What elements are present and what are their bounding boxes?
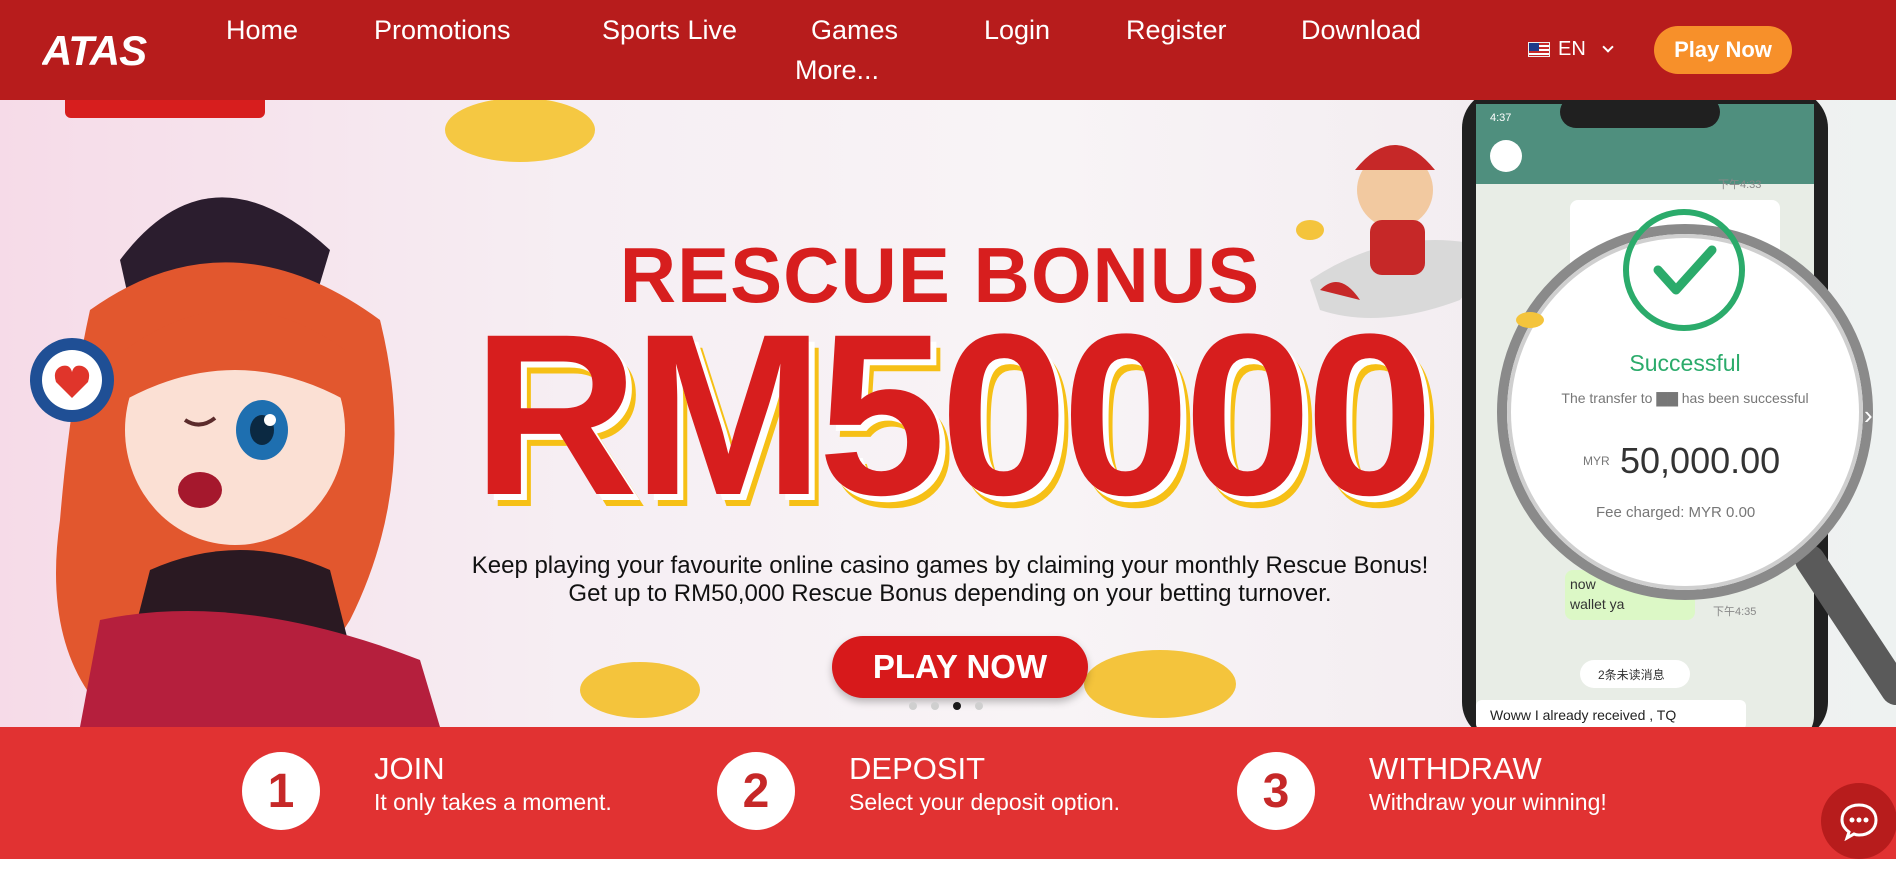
- hero-amount: RM50000: [472, 286, 1433, 543]
- coin-decoration: [580, 662, 700, 718]
- nav-home[interactable]: Home: [226, 15, 298, 46]
- nav-more[interactable]: More...: [795, 55, 879, 86]
- nav-promotions[interactable]: Promotions: [374, 15, 511, 46]
- nav-register[interactable]: Register: [1126, 15, 1227, 46]
- chevron-down-icon: [1602, 41, 1614, 53]
- hero-line-1: Keep playing your favourite online casin…: [471, 552, 1429, 579]
- top-navbar: ATAS Home Promotions Sports Live Games L…: [0, 0, 1896, 100]
- coin-decoration: [445, 100, 595, 162]
- nav-download[interactable]: Download: [1301, 15, 1421, 46]
- hero-line-2: Get up to RM50,000 Rescue Bonus dependin…: [568, 580, 1332, 607]
- carousel-dots: [909, 702, 983, 710]
- banner-logo-fragment: [65, 100, 265, 118]
- chat-snippet-2: wallet ya: [1570, 596, 1625, 612]
- step-3-number: 3: [1237, 752, 1315, 830]
- language-selector[interactable]: EN: [1528, 38, 1614, 61]
- transfer-amount: 50,000.00: [1620, 440, 1781, 481]
- chat-snippet-1: now: [1570, 576, 1596, 592]
- phone-timestamp-1: 下午4:33: [1718, 179, 1762, 191]
- hero-play-now-button[interactable]: PLAY NOW: [832, 636, 1088, 698]
- coin-decoration: [1084, 650, 1236, 718]
- transfer-message: The transfer to ▇▇ has been successful: [1561, 390, 1809, 406]
- step-1-number: 1: [242, 752, 320, 830]
- anime-girl-illustration: [56, 197, 440, 727]
- chat-bubble-icon: [1840, 803, 1878, 841]
- fee-text: Fee charged: MYR 0.00: [1596, 504, 1756, 521]
- play-now-button[interactable]: Play Now: [1654, 26, 1792, 74]
- us-flag-icon: [1528, 42, 1550, 57]
- nav-games[interactable]: Games: [811, 15, 898, 46]
- step-2-desc: Select your deposit option.: [849, 789, 1121, 815]
- transfer-status: Successful: [1629, 350, 1741, 376]
- currency-label: MYR: [1583, 454, 1610, 468]
- carousel-dot[interactable]: [909, 702, 917, 710]
- carousel-dot[interactable]: [975, 702, 983, 710]
- carousel-dot-active[interactable]: [953, 702, 961, 710]
- step-2-number: 2: [717, 752, 795, 830]
- step-1-desc: It only takes a moment.: [374, 789, 612, 815]
- phone-timestamp-2: 下午4:35: [1713, 606, 1757, 618]
- atas-logo[interactable]: ATAS: [42, 30, 172, 70]
- live-chat-button[interactable]: [1821, 783, 1896, 859]
- carousel-dot[interactable]: [931, 702, 939, 710]
- step-2-title: DEPOSIT: [849, 751, 986, 786]
- unread-messages: 2条未读消息: [1598, 668, 1665, 682]
- language-label: EN: [1558, 38, 1586, 60]
- steps-bar: 1 JOIN It only takes a moment. 2 DEPOSIT…: [0, 727, 1896, 859]
- hero-banner[interactable]: 4:37 下午4:33 Successful The transfer to ▇…: [0, 100, 1896, 727]
- coin-decoration: [1296, 220, 1324, 240]
- step-3-title: WITHDRAW: [1369, 751, 1542, 786]
- step-1-title: JOIN: [374, 751, 445, 786]
- coin-decoration: [1516, 312, 1544, 328]
- step-3-desc: Withdraw your winning!: [1369, 789, 1607, 815]
- phone-time: 4:37: [1490, 112, 1512, 124]
- poker-chip-icon: [30, 338, 114, 422]
- chat-bottom-message: Woww I already received , TQ: [1490, 707, 1677, 723]
- nav-sports-live[interactable]: Sports Live: [602, 15, 737, 46]
- nav-login[interactable]: Login: [984, 15, 1050, 46]
- logo-text: ATAS: [42, 30, 147, 70]
- carousel-next-icon[interactable]: ›: [1864, 400, 1873, 431]
